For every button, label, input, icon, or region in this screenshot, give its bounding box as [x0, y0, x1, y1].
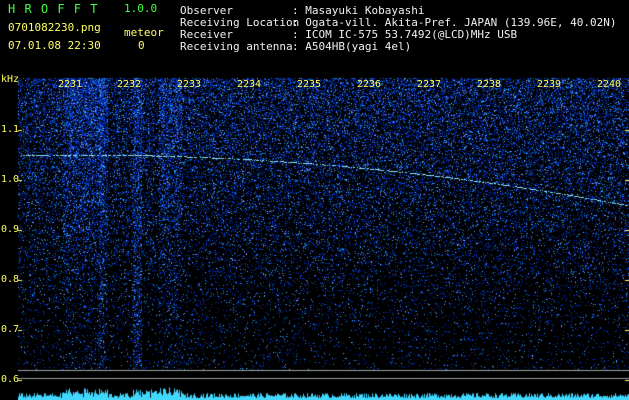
x-tick-label: 2231	[58, 79, 83, 90]
app-version: 1.0.0	[124, 2, 158, 15]
app-title: H R O F F T	[8, 2, 99, 16]
x-tick-label: 2233	[177, 79, 202, 90]
y-tick-label: 0.6	[1, 374, 20, 385]
info-antenna-label: Receiving antenna	[180, 40, 293, 53]
y-tick-label: 0.8	[1, 274, 20, 285]
y-tick-label: 0.7	[1, 324, 20, 335]
x-tick-label: 2234	[237, 79, 262, 90]
x-tick-label: 2235	[297, 79, 322, 90]
x-tick-label: 2238	[477, 79, 502, 90]
y-tick-label: 1.0	[1, 174, 20, 185]
y-tick-label: 0.9	[1, 224, 20, 235]
y-axis-unit: kHz	[1, 74, 20, 85]
y-tick-label: 1.1	[1, 124, 20, 135]
file-datetime: 07.01.08 22:30	[8, 39, 101, 52]
x-tick-label: 2232	[117, 79, 142, 90]
x-tick-label: 2239	[537, 79, 562, 90]
x-tick-label: 2236	[357, 79, 382, 90]
meteor-count: 0	[138, 39, 145, 52]
x-tick-label: 2237	[417, 79, 442, 90]
meteor-label: meteor	[124, 26, 164, 39]
file-name: 0701082230.png	[8, 21, 101, 34]
info-antenna-value: : A504HB(yagi 4el)	[292, 40, 412, 53]
x-tick-label: 2240	[597, 79, 622, 90]
waterfall-spectrogram	[0, 0, 629, 400]
